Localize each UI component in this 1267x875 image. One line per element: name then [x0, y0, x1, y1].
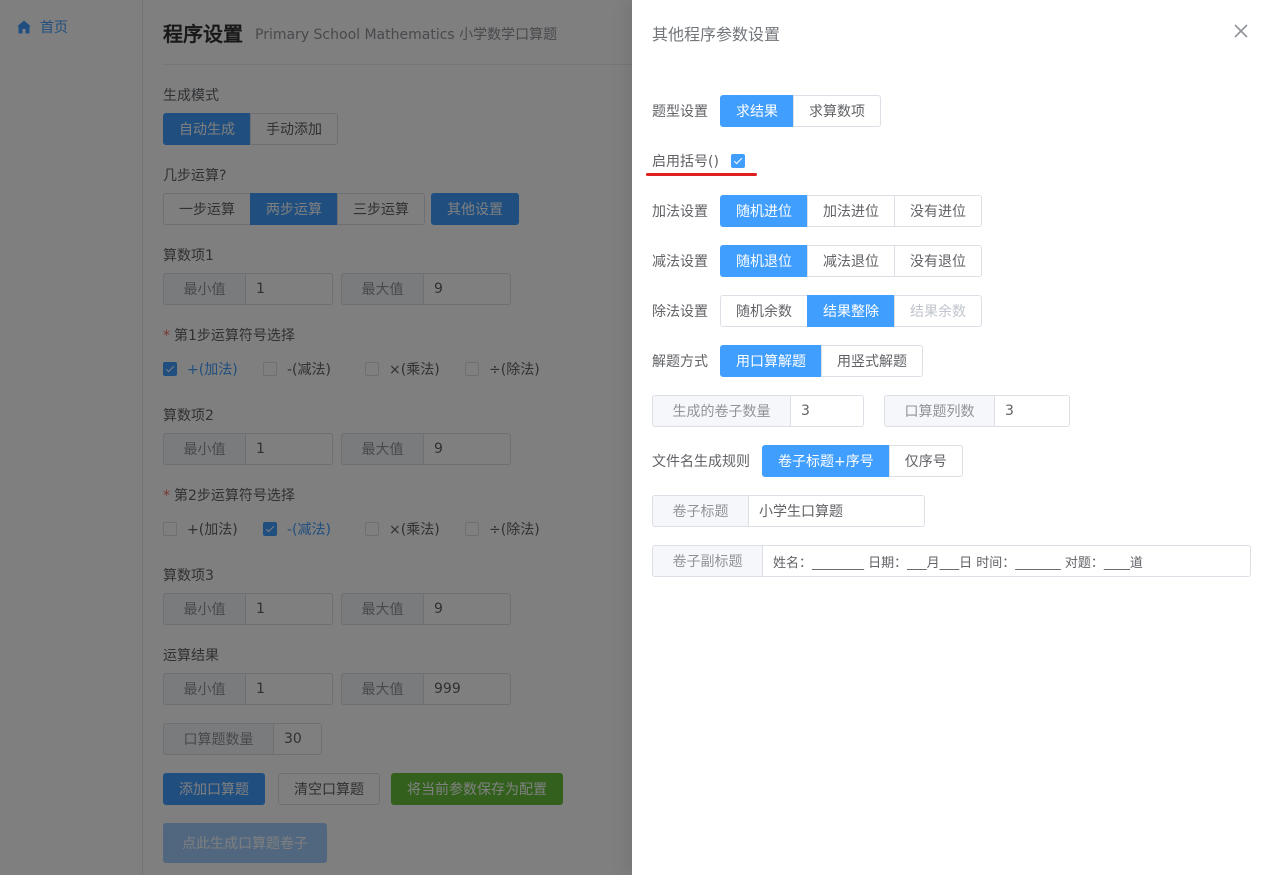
- solve-vertical-button[interactable]: 用竖式解题: [821, 345, 923, 377]
- paper-title-prefix: 卷子标题: [652, 495, 748, 527]
- filename-rule-label: 文件名生成规则: [652, 454, 750, 470]
- division-group: 随机余数 结果整除 结果余数: [720, 295, 982, 327]
- settings-drawer: 其他程序参数设置 题型设置 求结果 求算数项 启用括号() 加法设置 随机进位 …: [632, 0, 1267, 875]
- filename-seq-only-button[interactable]: 仅序号: [888, 445, 963, 477]
- paper-count-input[interactable]: 3: [790, 395, 864, 427]
- question-type-label: 题型设置: [652, 104, 708, 120]
- solve-method-group: 用口算解题 用竖式解题: [720, 345, 923, 377]
- addition-carry-button[interactable]: 加法进位: [807, 195, 895, 227]
- addition-label: 加法设置: [652, 204, 708, 220]
- columns-input[interactable]: 3: [994, 395, 1070, 427]
- division-random-button[interactable]: 随机余数: [720, 295, 808, 327]
- filename-rule-group: 卷子标题+序号 仅序号: [762, 445, 963, 477]
- paper-title-input[interactable]: 小学生口算题: [748, 495, 925, 527]
- subtraction-borrow-button[interactable]: 减法退位: [807, 245, 895, 277]
- division-exact-button[interactable]: 结果整除: [807, 295, 895, 327]
- paper-subtitle-input[interactable]: 姓名：________ 日期：___月___日 时间：_______ 对题：__…: [762, 545, 1251, 577]
- close-icon[interactable]: [1231, 21, 1251, 41]
- filename-title-seq-button[interactable]: 卷子标题+序号: [762, 445, 890, 477]
- question-type-term-button[interactable]: 求算数项: [793, 95, 881, 127]
- checkbox-checked-icon[interactable]: [730, 154, 745, 168]
- division-remainder-button[interactable]: 结果余数: [894, 295, 982, 327]
- brackets-checkbox[interactable]: 启用括号(): [652, 151, 755, 171]
- paper-count-prefix: 生成的卷子数量: [652, 395, 790, 427]
- paper-title-field: 卷子标题 小学生口算题: [652, 495, 925, 527]
- subtraction-noborrow-button[interactable]: 没有退位: [894, 245, 982, 277]
- paper-subtitle-field: 卷子副标题 姓名：________ 日期：___月___日 时间：_______…: [652, 545, 1251, 577]
- brackets-label: 启用括号(): [652, 154, 719, 170]
- columns-field: 口算题列数 3: [884, 395, 1070, 427]
- solve-method-label: 解题方式: [652, 354, 708, 370]
- columns-prefix: 口算题列数: [884, 395, 994, 427]
- addition-random-button[interactable]: 随机进位: [720, 195, 808, 227]
- subtraction-random-button[interactable]: 随机退位: [720, 245, 808, 277]
- paper-subtitle-prefix: 卷子副标题: [652, 545, 762, 577]
- question-type-result-button[interactable]: 求结果: [720, 95, 794, 127]
- modal-overlay[interactable]: [0, 0, 632, 875]
- addition-group: 随机进位 加法进位 没有进位: [720, 195, 982, 227]
- solve-oral-button[interactable]: 用口算解题: [720, 345, 822, 377]
- question-type-group: 求结果 求算数项: [720, 95, 881, 127]
- annotation-underline: [646, 173, 757, 176]
- addition-nocarry-button[interactable]: 没有进位: [894, 195, 982, 227]
- paper-count-field: 生成的卷子数量 3: [652, 395, 864, 427]
- subtraction-group: 随机退位 减法退位 没有退位: [720, 245, 982, 277]
- division-label: 除法设置: [652, 304, 708, 320]
- subtraction-label: 减法设置: [652, 254, 708, 270]
- drawer-title: 其他程序参数设置: [652, 25, 781, 44]
